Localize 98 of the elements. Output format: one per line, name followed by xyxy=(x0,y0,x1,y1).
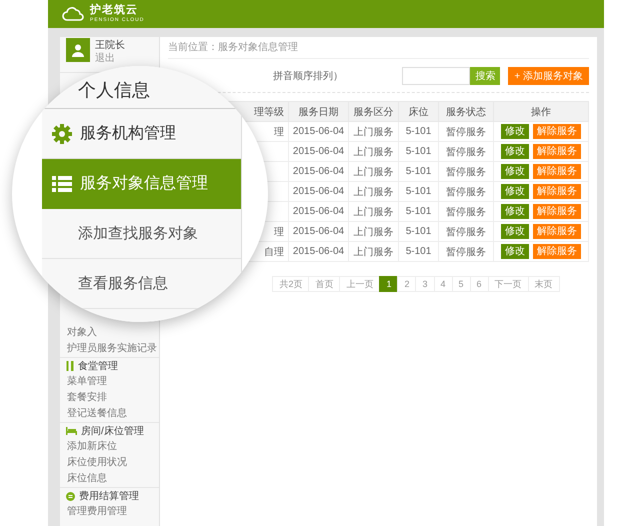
bed-icon xyxy=(66,427,77,435)
table-cell: 暂停服务 xyxy=(446,126,486,138)
remove-button[interactable]: 解除服务 xyxy=(533,204,581,219)
sidebar-section-header[interactable]: 费用结算管理 xyxy=(60,487,159,504)
column-header: 服务状态 xyxy=(438,102,494,122)
table-cell: 上门服务 xyxy=(354,246,394,258)
menu-item-label: 服务对象信息管理 xyxy=(80,174,208,194)
page-button[interactable]: 5 xyxy=(452,276,471,292)
table-cell: 上门服务 xyxy=(354,186,394,198)
edit-button[interactable]: 修改 xyxy=(501,204,529,219)
table-cell: 自理 xyxy=(264,246,284,258)
table-cell: 5-101 xyxy=(406,206,432,217)
page-button[interactable]: 首页 xyxy=(308,276,340,292)
settings-icon xyxy=(52,124,72,144)
page-button[interactable]: 3 xyxy=(415,276,434,292)
menu-item-label: 添加查找服务对象 xyxy=(78,224,198,243)
sidebar-item[interactable]: 床位信息 xyxy=(60,471,159,487)
table-cell: 5-101 xyxy=(406,166,432,177)
page-button[interactable]: 1 xyxy=(379,276,398,292)
table-cell: 上门服务 xyxy=(354,166,394,178)
table-cell: 上门服务 xyxy=(354,126,394,138)
sidebar-item[interactable]: 护理员服务实施记录 xyxy=(60,341,159,357)
menu-title: 个人信息 xyxy=(78,79,150,102)
table-cell: 2015-06-04 xyxy=(292,146,344,157)
sidebar-item[interactable]: 对象入 xyxy=(60,325,159,341)
sidebar-section-header[interactable]: 房间/床位管理 xyxy=(60,422,159,439)
list-icon xyxy=(52,176,72,192)
menu-item[interactable]: 查看服务信息 xyxy=(42,259,241,309)
sidebar-item[interactable]: 登记送餐信息 xyxy=(60,406,159,422)
search-button[interactable]: 搜索 xyxy=(470,66,500,84)
column-header: 服务日期 xyxy=(288,102,348,122)
sidebar-item[interactable]: 管理费用管理 xyxy=(60,504,159,520)
page-button[interactable]: 共2页 xyxy=(272,276,310,292)
table-cell: 暂停服务 xyxy=(446,206,486,218)
add-button[interactable]: + 添加服务对象 xyxy=(508,66,589,84)
table-cell: 2015-06-04 xyxy=(292,226,344,237)
remove-button[interactable]: 解除服务 xyxy=(533,164,581,179)
column-header: 操作 xyxy=(494,102,588,122)
remove-button[interactable]: 解除服务 xyxy=(533,144,581,159)
section-title: 费用结算管理 xyxy=(79,490,139,503)
table-cell: 暂停服务 xyxy=(446,186,486,198)
table-cell: 上门服务 xyxy=(354,206,394,218)
column-header: 床位 xyxy=(398,102,438,122)
table-cell: 上门服务 xyxy=(354,226,394,238)
table-cell: 5-101 xyxy=(406,226,432,237)
edit-button[interactable]: 修改 xyxy=(501,224,529,239)
sidebar-item[interactable]: 添加新床位 xyxy=(60,439,159,455)
section-title: 房间/床位管理 xyxy=(81,424,144,438)
user-silhouette-icon xyxy=(71,43,85,57)
page-button[interactable]: 上一页 xyxy=(339,276,380,292)
search-field[interactable] xyxy=(402,66,470,84)
table-cell: 暂停服务 xyxy=(446,246,486,258)
section-title: 食堂管理 xyxy=(78,360,118,373)
table-cell: 理 xyxy=(274,126,284,138)
table-cell: 2015-06-04 xyxy=(292,166,344,177)
menu-item[interactable]: 服务对象信息管理 xyxy=(42,159,241,209)
remove-button[interactable]: 解除服务 xyxy=(533,184,581,199)
sidebar-item[interactable]: 菜单管理 xyxy=(60,374,159,390)
table-cell: 暂停服务 xyxy=(446,166,486,178)
column-header: 服务区分 xyxy=(348,102,398,122)
page-button[interactable]: 2 xyxy=(397,276,416,292)
table-cell: 5-101 xyxy=(406,126,432,137)
logo-text: 护老筑云 xyxy=(90,5,139,16)
cloud-logo-icon xyxy=(62,7,84,21)
table-cell: 2015-06-04 xyxy=(292,186,344,197)
page-button[interactable]: 下一页 xyxy=(488,276,529,292)
page-button[interactable]: 6 xyxy=(470,276,489,292)
edit-button[interactable]: 修改 xyxy=(501,164,529,179)
table-cell: 5-101 xyxy=(406,146,432,157)
list-title: 拼音顺序排列） xyxy=(273,70,343,82)
edit-button[interactable]: 修改 xyxy=(501,184,529,199)
page-button[interactable]: 4 xyxy=(434,276,453,292)
table-cell: 暂停服务 xyxy=(446,226,486,238)
table-cell: 2015-06-04 xyxy=(292,126,344,137)
table-cell: 2015-06-04 xyxy=(292,246,344,257)
sidebar-item[interactable]: 床位使用状况 xyxy=(60,455,159,471)
edit-button[interactable]: 修改 xyxy=(501,124,529,139)
table-cell: 暂停服务 xyxy=(446,146,486,158)
logout-link[interactable]: 退出 xyxy=(95,53,125,64)
user-name: 王院长 xyxy=(95,38,125,52)
menu-item[interactable]: 添加查找服务对象 xyxy=(42,209,241,259)
table-cell: 5-101 xyxy=(406,246,432,257)
coin-icon xyxy=(66,492,75,500)
remove-button[interactable]: 解除服务 xyxy=(533,244,581,259)
table-cell: 5-101 xyxy=(406,186,432,197)
remove-button[interactable]: 解除服务 xyxy=(533,124,581,139)
edit-button[interactable]: 修改 xyxy=(501,244,529,259)
table-cell: 上门服务 xyxy=(354,146,394,158)
menu-item-label: 服务机构管理 xyxy=(80,124,176,144)
breadcrumb: 当前位置：服务对象信息管理 xyxy=(168,37,589,59)
menu-item-label: 查看服务信息 xyxy=(78,274,168,293)
sidebar-section-header[interactable]: 食堂管理 xyxy=(60,357,159,374)
sidebar-item[interactable]: 套餐安排 xyxy=(60,390,159,406)
edit-button[interactable]: 修改 xyxy=(501,144,529,159)
remove-button[interactable]: 解除服务 xyxy=(533,224,581,239)
table-cell: 2015-06-04 xyxy=(292,206,344,217)
table-cell: 理 xyxy=(274,226,284,238)
page-button[interactable]: 末页 xyxy=(528,276,560,292)
